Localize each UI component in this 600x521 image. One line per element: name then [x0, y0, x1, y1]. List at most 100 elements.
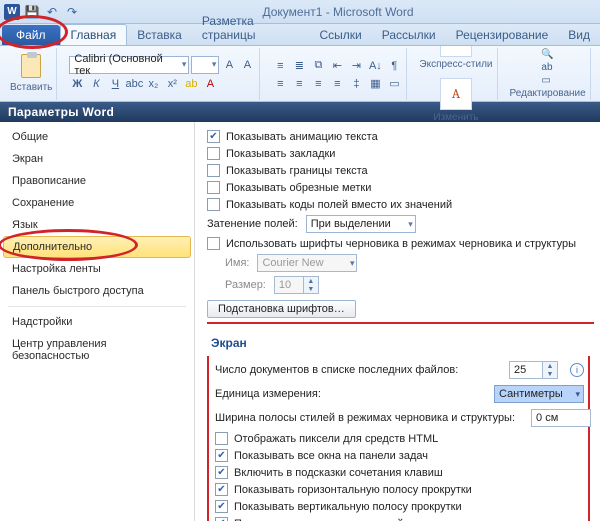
tab-file[interactable]: Файл — [2, 25, 60, 45]
sidebar-item-customize-ribbon[interactable]: Настройка ленты — [0, 258, 194, 280]
bold-icon[interactable]: Ж — [69, 76, 85, 92]
options-dialog-title: Параметры Word — [0, 102, 600, 122]
multilevel-icon[interactable]: ⧉ — [310, 58, 326, 74]
shrink-font-icon[interactable]: A — [239, 57, 255, 73]
sidebar-item-qat[interactable]: Панель быстрого доступа — [0, 280, 194, 302]
italic-icon[interactable]: К — [88, 76, 104, 92]
grow-font-icon[interactable]: A — [221, 57, 237, 73]
combo-field-shading[interactable]: При выделении — [306, 215, 416, 233]
tab-view[interactable]: Вид — [558, 25, 600, 45]
chk-screen-opt-5[interactable] — [215, 517, 228, 521]
sidebar-item-trust-center[interactable]: Центр управления безопасностью — [0, 333, 194, 367]
chk-field-codes[interactable] — [207, 198, 220, 211]
lbl-screen-opt-4: Показывать вертикальную полосу прокрутки — [234, 501, 462, 513]
spin-draft-size-buttons: ▲▼ — [304, 276, 319, 294]
lbl-crop-marks: Показывать обрезные метки — [226, 182, 371, 194]
chk-crop-marks[interactable] — [207, 181, 220, 194]
undo-icon[interactable]: ↶ — [44, 4, 60, 20]
font-color-icon[interactable]: A — [202, 76, 218, 92]
save-icon[interactable]: 💾 — [24, 4, 40, 20]
borders-icon[interactable]: ▭ — [386, 76, 402, 92]
chk-bookmarks[interactable] — [207, 147, 220, 160]
chk-text-boundaries[interactable] — [207, 164, 220, 177]
chk-text-animation[interactable] — [207, 130, 220, 143]
info-icon[interactable]: i — [570, 363, 584, 377]
paragraph-group: ≡ ≣ ⧉ ⇤ ⇥ A↓ ¶ ≡ ≡ ≡ ≡ ‡ ▦ ▭ — [268, 48, 407, 100]
lbl-bookmarks: Показывать закладки — [226, 148, 335, 160]
sort-icon[interactable]: A↓ — [367, 58, 383, 74]
subscript-icon[interactable]: x₂ — [145, 76, 161, 92]
lbl-draft-size: Размер: — [225, 279, 266, 291]
paste-icon[interactable] — [21, 54, 41, 78]
spin-draft-size: 10 — [274, 276, 304, 294]
sidebar-item-display[interactable]: Экран — [0, 148, 194, 170]
spin-recent-docs[interactable]: 25 — [509, 361, 543, 379]
replace-icon[interactable]: ab — [541, 62, 553, 73]
lbl-screen-opt-0: Отображать пиксели для средств HTML — [234, 433, 438, 445]
sidebar-item-label: Дополнительно — [13, 241, 92, 253]
indent-dec-icon[interactable]: ⇤ — [329, 58, 345, 74]
chk-screen-opt-3[interactable] — [215, 483, 228, 496]
font-group: Calibri (Основной тек A A Ж К Ч abc x₂ x… — [65, 48, 260, 100]
editing-group: 🔍 ab ▭ Редактирование — [506, 48, 591, 100]
lbl-screen-opt-1: Показывать все окна на панели задач — [234, 450, 428, 462]
font-size-combo[interactable] — [191, 56, 219, 74]
ribbon-tabs: Файл Главная Вставка Разметка страницы С… — [0, 24, 600, 46]
lbl-field-codes: Показывать коды полей вместо их значений — [226, 199, 452, 211]
chk-screen-opt-2[interactable] — [215, 466, 228, 479]
font-name-combo[interactable]: Calibri (Основной тек — [69, 56, 189, 74]
tab-mailings[interactable]: Рассылки — [372, 25, 446, 45]
input-style-width[interactable]: 0 см — [531, 409, 591, 427]
find-icon[interactable]: 🔍 — [541, 49, 553, 60]
combo-units[interactable]: Сантиметры — [494, 385, 584, 403]
sidebar-item-advanced[interactable]: Дополнительно — [3, 236, 191, 258]
spin-recent-buttons[interactable]: ▲▼ — [543, 361, 558, 379]
annotation-frame-screen: Число документов в списке последних файл… — [207, 356, 590, 521]
sidebar-item-general[interactable]: Общие — [0, 126, 194, 148]
tab-insert[interactable]: Вставка — [127, 25, 192, 45]
sidebar-item-addins[interactable]: Надстройки — [0, 311, 194, 333]
strike-icon[interactable]: abc — [126, 76, 142, 92]
chk-screen-opt-4[interactable] — [215, 500, 228, 513]
sidebar-item-proofing[interactable]: Правописание — [0, 170, 194, 192]
align-left-icon[interactable]: ≡ — [272, 76, 288, 92]
tab-home[interactable]: Главная — [60, 24, 128, 45]
tab-file-label: Файл — [16, 28, 46, 42]
btn-font-substitution[interactable]: Подстановка шрифтов… — [207, 300, 356, 318]
redo-icon[interactable]: ↷ — [64, 4, 80, 20]
chk-screen-opt-0[interactable] — [215, 432, 228, 445]
show-marks-icon[interactable]: ¶ — [386, 58, 402, 74]
editing-label: Редактирование — [510, 88, 586, 99]
bullets-icon[interactable]: ≡ — [272, 58, 288, 74]
align-right-icon[interactable]: ≡ — [310, 76, 326, 92]
section-header-screen: Экран — [207, 322, 594, 356]
align-center-icon[interactable]: ≡ — [291, 76, 307, 92]
sidebar-item-language[interactable]: Язык — [0, 214, 194, 236]
chk-draft-font[interactable] — [207, 237, 220, 250]
tab-references[interactable]: Ссылки — [310, 25, 372, 45]
lbl-screen-opt-2: Включить в подсказки сочетания клавиш — [234, 467, 443, 479]
sidebar-item-save[interactable]: Сохранение — [0, 192, 194, 214]
line-spacing-icon[interactable]: ‡ — [348, 76, 364, 92]
underline-icon[interactable]: Ч — [107, 76, 123, 92]
ribbon-body: Вставить Calibri (Основной тек A A Ж К Ч… — [0, 46, 600, 102]
options-sidebar: Общие Экран Правописание Сохранение Язык… — [0, 122, 195, 521]
shading-icon[interactable]: ▦ — [367, 76, 383, 92]
indent-inc-icon[interactable]: ⇥ — [348, 58, 364, 74]
lbl-text-animation: Показывать анимацию текста — [226, 131, 378, 143]
tab-page-layout[interactable]: Разметка страницы — [192, 11, 310, 45]
tab-review[interactable]: Рецензирование — [446, 25, 559, 45]
select-icon[interactable]: ▭ — [541, 75, 553, 86]
change-styles-label: Изменить — [433, 112, 478, 123]
numbering-icon[interactable]: ≣ — [291, 58, 307, 74]
chk-screen-opt-1[interactable] — [215, 449, 228, 462]
superscript-icon[interactable]: x² — [164, 76, 180, 92]
options-dialog: Общие Экран Правописание Сохранение Язык… — [0, 122, 600, 521]
justify-icon[interactable]: ≡ — [329, 76, 345, 92]
highlight-icon[interactable]: ab — [183, 76, 199, 92]
clipboard-group: Вставить — [6, 48, 57, 100]
combo-draft-name: Courier New — [257, 254, 357, 272]
change-styles-icon[interactable]: A — [440, 78, 472, 110]
lbl-draft-font: Использовать шрифты черновика в режимах … — [226, 238, 576, 250]
lbl-recent-docs: Число документов в списке последних файл… — [215, 364, 458, 376]
